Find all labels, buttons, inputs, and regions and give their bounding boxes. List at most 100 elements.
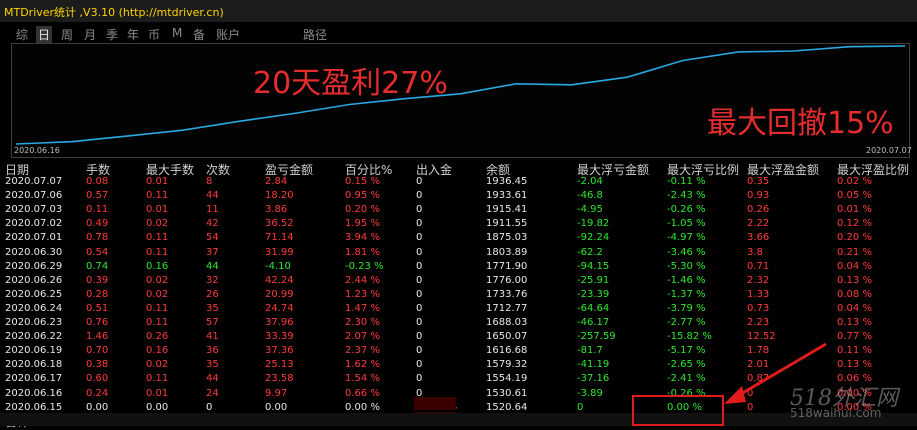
cell-max-lots: 0.01 xyxy=(146,387,169,399)
cell-trades: 35 xyxy=(206,302,219,314)
cell-percent: 1.23 % xyxy=(345,288,380,300)
cell-balance: 1579.32 xyxy=(486,359,528,371)
cell-balance: 1650.07 xyxy=(486,331,528,343)
cell-percent: -0.23 % xyxy=(345,260,384,272)
cell-max-lots: 0.11 xyxy=(146,302,169,314)
window-title: MTDriver统计 ,V3.10 (http://mtdriver.cn) xyxy=(4,6,224,19)
tab-path[interactable]: 路径 xyxy=(303,26,327,43)
cell-lots: 0.51 xyxy=(86,302,109,314)
cell-percent: 0.20 % xyxy=(345,204,380,216)
cell-pnl: 18.20 xyxy=(265,190,294,202)
cell-pnl: 9.97 xyxy=(265,387,288,399)
cell-max-float-loss-pct: -1.05 % xyxy=(667,218,706,230)
cell-deposit: 0 xyxy=(416,204,423,216)
cell-balance: 1875.03 xyxy=(486,232,528,244)
cell-date: 2020.06.16 xyxy=(5,387,63,399)
tab-notes[interactable]: 备 xyxy=(193,26,205,43)
cell-lots: 0.11 xyxy=(86,204,109,216)
cell-max-float-profit: 2.32 xyxy=(747,274,770,286)
cell-lots: 0.70 xyxy=(86,345,109,357)
cell-date: 2020.07.06 xyxy=(5,190,63,202)
tab-week[interactable]: 周 xyxy=(61,26,73,43)
cell-max-float-profit-pct: 0.20 % xyxy=(837,232,872,244)
cell-max-float-profit-pct: 0.01 % xyxy=(837,204,872,216)
cell-deposit: 0 xyxy=(416,218,423,230)
tab-m[interactable]: M xyxy=(172,26,182,40)
cell-pnl: 25.13 xyxy=(265,359,294,371)
cell-lots: 0.74 xyxy=(86,260,109,272)
cell-pnl: 20.99 xyxy=(265,288,294,300)
cell-trades: 26 xyxy=(206,288,219,300)
cell-max-float-loss-pct: -3.46 % xyxy=(667,246,706,258)
drawdown-highlight-box xyxy=(632,395,724,426)
tab-overview[interactable]: 综 xyxy=(16,26,28,43)
cell-trades: 36 xyxy=(206,345,219,357)
cell-balance: 1733.76 xyxy=(486,288,528,300)
cell-date: 2020.07.03 xyxy=(5,204,63,216)
cell-deposit: 0 xyxy=(416,359,423,371)
tab-day[interactable]: 日 xyxy=(36,26,53,43)
cell-pnl: 2.84 xyxy=(265,176,288,187)
cell-date: 2020.07.02 xyxy=(5,218,63,230)
deposit-highlight xyxy=(414,397,456,410)
cell-lots: 0.54 xyxy=(86,246,109,258)
cell-max-float-loss: -46.8 xyxy=(577,190,603,202)
cell-max-float-loss: -41.19 xyxy=(577,359,610,371)
cell-date: 2020.06.23 xyxy=(5,317,63,328)
cell-percent: 1.81 % xyxy=(345,246,380,258)
cell-max-float-profit-pct: 0.08 % xyxy=(837,288,872,300)
cell-deposit: 0 xyxy=(416,232,423,244)
cell-percent: 1.62 % xyxy=(345,359,380,371)
cell-percent: 2.07 % xyxy=(345,331,380,343)
cell-lots: 0.28 xyxy=(86,288,109,300)
cell-max-float-loss-pct: -2.41 % xyxy=(667,373,706,385)
cell-max-lots: 0.11 xyxy=(146,373,169,385)
cell-max-float-profit-pct: 0.13 % xyxy=(837,274,872,286)
chart-end-date: 2020.07.07 xyxy=(866,146,912,155)
cell-max-lots: 0.11 xyxy=(146,317,169,328)
tab-month[interactable]: 月 xyxy=(84,26,96,43)
cell-max-float-profit-pct: 0.11 % xyxy=(837,345,872,357)
cell-max-float-loss: -19.82 xyxy=(577,218,610,230)
tab-quarter[interactable]: 季 xyxy=(106,26,118,43)
cell-balance: 1936.45 xyxy=(486,176,528,187)
cell-balance: 1554.19 xyxy=(486,373,528,385)
cell-max-float-loss: -92.24 xyxy=(577,232,610,244)
cell-deposit: 0 xyxy=(416,246,423,258)
cell-deposit: 0 xyxy=(416,190,423,202)
cell-max-lots: 0.11 xyxy=(146,190,169,202)
cell-date: 2020.06.22 xyxy=(5,331,63,343)
cell-pnl: 42.24 xyxy=(265,274,294,286)
cell-balance: 1616.68 xyxy=(486,345,528,357)
cell-max-float-profit-pct: 0.02 % xyxy=(837,176,872,187)
cell-lots: 0.39 xyxy=(86,274,109,286)
cell-max-float-loss: -25.91 xyxy=(577,274,610,286)
cell-date: 2020.06.25 xyxy=(5,288,63,300)
cell-max-lots: 0.00 xyxy=(146,401,169,413)
cell-max-float-loss: -37.16 xyxy=(577,373,610,385)
cell-trades: 44 xyxy=(206,260,219,272)
tab-year[interactable]: 年 xyxy=(127,26,139,43)
cell-max-float-profit: 0.71 xyxy=(747,260,770,272)
cell-balance: 1520.64 xyxy=(486,401,528,413)
cell-max-float-loss: -64.64 xyxy=(577,302,610,314)
cell-date: 2020.06.18 xyxy=(5,359,63,371)
cell-pnl: 31.99 xyxy=(265,246,294,258)
tab-account[interactable]: 账户 xyxy=(216,26,240,43)
cell-balance: 1776.00 xyxy=(486,274,528,286)
cell-balance: 1771.90 xyxy=(486,260,528,272)
cell-max-float-loss: -46.17 xyxy=(577,317,610,328)
cell-max-lots: 0.11 xyxy=(146,232,169,244)
cell-pnl: 3.86 xyxy=(265,204,288,216)
cell-deposit: 0 xyxy=(416,373,423,385)
tab-currency[interactable]: 币 xyxy=(148,26,160,43)
cell-deposit: 0 xyxy=(416,302,423,314)
profit-annotation: 20天盈利27% xyxy=(253,66,448,101)
cell-date: 2020.06.15 xyxy=(5,401,63,413)
cell-pnl: -4.10 xyxy=(265,260,291,272)
cell-max-float-profit-pct: 0.04 % xyxy=(837,302,872,314)
cell-max-float-profit-pct: 0.13 % xyxy=(837,359,872,371)
cell-balance: 1530.61 xyxy=(486,387,528,399)
cell-balance: 1712.77 xyxy=(486,302,528,314)
cell-trades: 0 xyxy=(206,401,213,413)
